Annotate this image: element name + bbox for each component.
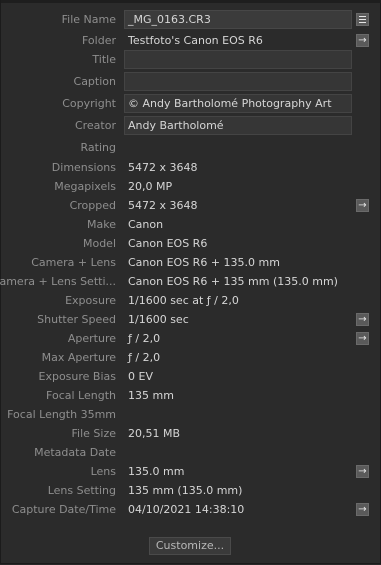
value-capture-date-time: 04/10/2021 14:38:10 (128, 503, 245, 516)
label-make: Make (87, 218, 116, 231)
value-creator: Andy Bartholomé (128, 119, 224, 132)
label-cropped: Cropped (69, 199, 116, 212)
label-exposure: Exposure (65, 294, 116, 307)
row-camera-lens: Camera + Lens Canon EOS R6 + 135.0 mm (1, 253, 381, 273)
row-exposure-bias: Exposure Bias 0 EV (1, 367, 381, 387)
file-name-list-icon[interactable] (356, 13, 369, 26)
lens-arrow-icon[interactable]: → (356, 465, 369, 478)
label-lens-setting: Lens Setting (47, 484, 116, 497)
row-metadata-date: Metadata Date (1, 443, 381, 463)
label-copyright: Copyright (62, 97, 116, 110)
row-folder: Folder Testfoto's Canon EOS R6 → (1, 31, 381, 51)
title-field[interactable] (124, 50, 352, 69)
row-cropped: Cropped 5472 x 3648 → (1, 196, 381, 216)
label-rating: Rating (80, 141, 116, 154)
panel-top-divider (1, 0, 381, 3)
caption-field[interactable] (124, 72, 352, 91)
row-exposure: Exposure 1/1600 sec at ƒ / 2,0 (1, 291, 381, 311)
row-file-name: File Name _MG_0163.CR3 (1, 10, 381, 30)
copyright-field[interactable]: © Andy Bartholomé Photography Art (124, 94, 352, 113)
row-caption: Caption (1, 72, 381, 92)
label-megapixels: Megapixels (54, 180, 116, 193)
value-file-name: _MG_0163.CR3 (128, 13, 211, 26)
row-camera-lens-setting: Camera + Lens Setti... Canon EOS R6 + 13… (0, 272, 381, 292)
label-dimensions: Dimensions (51, 161, 116, 174)
value-camera-lens-setting: Canon EOS R6 + 135 mm (135.0 mm) (128, 275, 338, 288)
label-exposure-bias: Exposure Bias (38, 370, 117, 383)
row-focal-length-35mm: Focal Length 35mm (1, 405, 381, 425)
folder-arrow-icon[interactable]: → (356, 34, 369, 47)
label-file-name: File Name (61, 13, 116, 26)
aperture-arrow-icon[interactable]: → (356, 332, 369, 345)
label-title: Title (92, 53, 116, 66)
value-max-aperture: ƒ / 2,0 (128, 351, 161, 364)
label-file-size: File Size (71, 427, 116, 440)
shutter-speed-arrow-icon[interactable]: → (356, 313, 369, 326)
cropped-arrow-icon[interactable]: → (356, 199, 369, 212)
row-creator: Creator Andy Bartholomé (1, 116, 381, 136)
row-capture-date-time: Capture Date/Time 04/10/2021 14:38:10 → (1, 500, 381, 520)
file-name-field[interactable]: _MG_0163.CR3 (124, 10, 352, 29)
row-megapixels: Megapixels 20,0 MP (1, 177, 381, 197)
label-metadata-date: Metadata Date (34, 446, 116, 459)
row-dimensions: Dimensions 5472 x 3648 (1, 158, 381, 178)
label-creator: Creator (74, 119, 116, 132)
row-lens-setting: Lens Setting 135 mm (135.0 mm) (1, 481, 381, 501)
value-cropped: 5472 x 3648 (128, 199, 198, 212)
value-file-size: 20,51 MB (128, 427, 181, 440)
value-shutter-speed: 1/1600 sec (128, 313, 189, 326)
value-exposure: 1/1600 sec at ƒ / 2,0 (128, 294, 239, 307)
value-megapixels: 20,0 MP (128, 180, 173, 193)
row-model: Model Canon EOS R6 (1, 234, 381, 254)
value-copyright: © Andy Bartholomé Photography Art (128, 97, 332, 110)
customize-button[interactable]: Customize... (149, 537, 231, 555)
value-folder: Testfoto's Canon EOS R6 (128, 34, 263, 47)
label-model: Model (82, 237, 116, 250)
value-dimensions: 5472 x 3648 (128, 161, 198, 174)
row-title: Title (1, 50, 381, 70)
value-lens-setting: 135 mm (135.0 mm) (128, 484, 243, 497)
label-aperture: Aperture (67, 332, 116, 345)
label-camera-lens-setting: Camera + Lens Setti... (0, 275, 116, 288)
value-aperture: ƒ / 2,0 (128, 332, 161, 345)
row-file-size: File Size 20,51 MB (1, 424, 381, 444)
row-lens: Lens 135.0 mm → (1, 462, 381, 482)
row-make: Make Canon (1, 215, 381, 235)
capture-date-arrow-icon[interactable]: → (356, 503, 369, 516)
value-make: Canon (128, 218, 164, 231)
label-focal-length: Focal Length (46, 389, 116, 402)
label-folder: Folder (82, 34, 116, 47)
creator-field[interactable]: Andy Bartholomé (124, 116, 352, 135)
row-rating: Rating (1, 138, 381, 158)
value-model: Canon EOS R6 (128, 237, 208, 250)
value-camera-lens: Canon EOS R6 + 135.0 mm (128, 256, 280, 269)
value-exposure-bias: 0 EV (128, 370, 153, 383)
label-max-aperture: Max Aperture (41, 351, 116, 364)
label-focal-length-35mm: Focal Length 35mm (7, 408, 116, 421)
label-capture-date-time: Capture Date/Time (11, 503, 116, 516)
label-camera-lens: Camera + Lens (31, 256, 116, 269)
row-focal-length: Focal Length 135 mm (1, 386, 381, 406)
row-shutter-speed: Shutter Speed 1/1600 sec → (1, 310, 381, 330)
label-shutter-speed: Shutter Speed (37, 313, 116, 326)
metadata-panel: File Name _MG_0163.CR3 Folder Testfoto's… (0, 0, 381, 564)
row-max-aperture: Max Aperture ƒ / 2,0 (1, 348, 381, 368)
label-caption: Caption (73, 75, 116, 88)
row-copyright: Copyright © Andy Bartholomé Photography … (1, 94, 381, 114)
value-focal-length: 135 mm (128, 389, 174, 402)
label-lens: Lens (90, 465, 116, 478)
row-aperture: Aperture ƒ / 2,0 → (1, 329, 381, 349)
value-lens: 135.0 mm (128, 465, 185, 478)
